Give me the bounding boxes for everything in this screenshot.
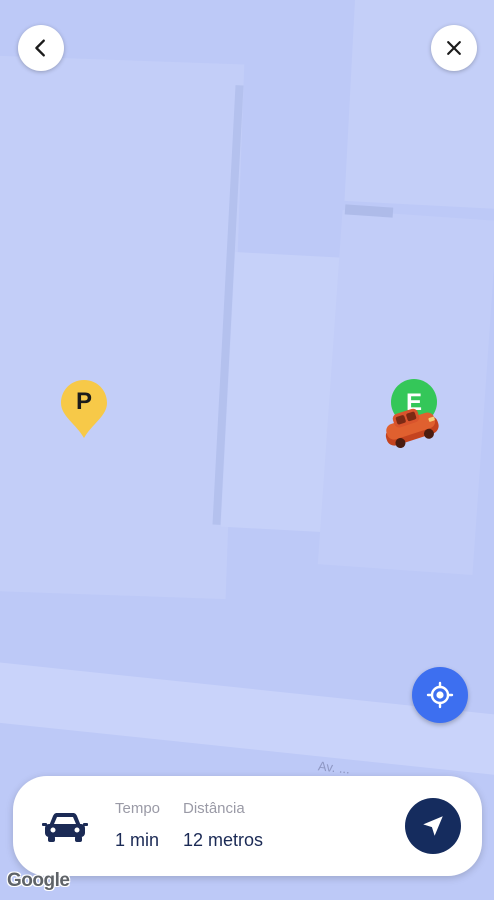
- car-icon: [42, 813, 88, 842]
- distance-info: Distância 12 metros: [183, 800, 263, 851]
- back-button[interactable]: [18, 25, 64, 71]
- trip-info-card: Tempo 1 min Distância 12 metros: [13, 776, 482, 876]
- parking-pin-label: P: [75, 388, 92, 415]
- time-value: 1 min: [115, 830, 160, 850]
- distance-value: 12 metros: [183, 830, 264, 850]
- car-marker[interactable]: [378, 402, 444, 452]
- close-icon: [447, 41, 461, 55]
- parking-pin[interactable]: P: [59, 378, 109, 440]
- map-building: [344, 0, 494, 209]
- time-info: Tempo 1 min: [115, 800, 160, 851]
- map-building: [0, 55, 245, 600]
- chevron-left-icon: [35, 39, 45, 57]
- google-attribution: Google: [7, 870, 70, 891]
- my-location-icon: [426, 681, 454, 709]
- close-button[interactable]: [431, 25, 477, 71]
- distance-label: Distância: [183, 800, 245, 817]
- car-marker-icon: [385, 408, 439, 449]
- navigate-button[interactable]: [405, 798, 461, 854]
- my-location-button[interactable]: [412, 667, 468, 723]
- time-label: Tempo: [115, 800, 161, 817]
- navigation-arrow-icon: [423, 816, 443, 836]
- map-view[interactable]: Av. ... P E: [0, 0, 494, 900]
- street-label: Av. ...: [317, 758, 351, 777]
